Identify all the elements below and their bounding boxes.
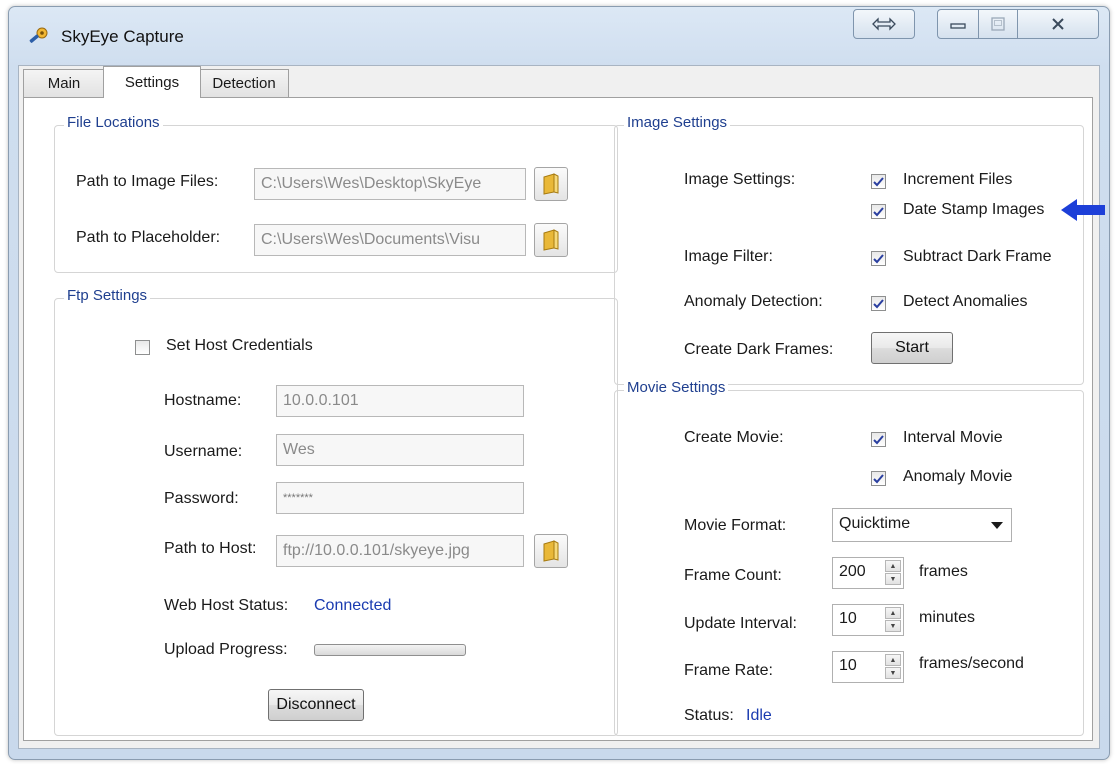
checkmark-icon <box>873 206 884 216</box>
date-stamp-images-checkbox[interactable] <box>871 204 886 219</box>
username-label: Username: <box>164 443 243 460</box>
file-locations-title: File Locations <box>64 114 163 131</box>
app-key-icon <box>27 26 49 48</box>
interval-movie-checkbox[interactable] <box>871 432 886 447</box>
movie-format-select[interactable]: Quicktime <box>832 508 1012 542</box>
spin-down-icon[interactable]: ▼ <box>885 667 901 679</box>
resize-button[interactable] <box>853 9 915 39</box>
increment-files-checkbox[interactable] <box>871 174 886 189</box>
blue-arrow-icon <box>1061 199 1107 226</box>
spin-down-icon[interactable]: ▼ <box>885 573 901 585</box>
image-files-path-input[interactable] <box>254 168 526 200</box>
frame-rate-label: Frame Rate: <box>684 662 773 679</box>
checkmark-icon <box>873 298 884 308</box>
maximize-button[interactable] <box>978 9 1018 39</box>
window-title: SkyEye Capture <box>61 27 184 46</box>
frame-count-value: 200 <box>839 563 866 580</box>
placeholder-path-input[interactable] <box>254 224 526 256</box>
update-interval-spin-buttons: ▲ ▼ <box>885 607 901 633</box>
minimize-button[interactable] <box>937 9 979 39</box>
movie-status-value: Idle <box>746 707 772 724</box>
subtract-dark-frame-checkbox[interactable] <box>871 251 886 266</box>
hostname-input[interactable] <box>276 385 524 417</box>
settings-tab-page: File Locations Path to Image Files: Path… <box>23 97 1105 741</box>
spin-down-icon[interactable]: ▼ <box>885 620 901 632</box>
frame-rate-unit: frames/second <box>919 655 1024 672</box>
ftp-settings-group <box>54 298 618 736</box>
update-interval-value: 10 <box>839 610 857 627</box>
tab-detection[interactable]: Detection <box>199 69 289 97</box>
disconnect-button[interactable]: Disconnect <box>268 689 364 721</box>
create-movie-label: Create Movie: <box>684 429 784 446</box>
close-icon <box>1052 18 1064 30</box>
frame-rate-value: 10 <box>839 657 857 674</box>
spin-up-icon[interactable]: ▲ <box>885 607 901 619</box>
movie-status-label: Status: <box>684 707 734 724</box>
update-interval-unit: minutes <box>919 609 976 626</box>
movie-format-label: Movie Format: <box>684 517 787 534</box>
dropdown-arrow-icon <box>991 522 1003 529</box>
frame-count-spin-buttons: ▲ ▼ <box>885 560 901 586</box>
app-window: SkyEye Capture Main Settings Detection F… <box>8 6 1110 760</box>
image-settings-row-label: Image Settings: <box>684 171 796 188</box>
placeholder-label: Path to Placeholder: <box>76 229 221 246</box>
frame-count-label: Frame Count: <box>684 567 782 584</box>
frame-rate-stepper[interactable]: 10 ▲ ▼ <box>832 651 904 683</box>
path-to-host-label: Path to Host: <box>164 540 257 557</box>
upload-progress-label: Upload Progress: <box>164 641 288 658</box>
password-input[interactable] <box>276 482 524 514</box>
update-interval-stepper[interactable]: 10 ▲ ▼ <box>832 604 904 636</box>
path-to-host-input[interactable] <box>276 535 524 567</box>
web-host-status-value: Connected <box>314 597 392 614</box>
ftp-settings-title: Ftp Settings <box>64 287 151 304</box>
image-files-label: Path to Image Files: <box>76 173 219 190</box>
date-stamp-images-label: Date Stamp Images <box>903 201 1045 218</box>
minimize-icon <box>950 23 966 29</box>
spin-up-icon[interactable]: ▲ <box>885 560 901 572</box>
movie-format-value: Quicktime <box>839 515 911 532</box>
hostname-label: Hostname: <box>164 392 242 409</box>
client-area: Main Settings Detection File Locations P… <box>18 65 1105 749</box>
upload-progress-bar <box>314 644 466 656</box>
checkmark-icon <box>873 253 884 263</box>
image-filter-label: Image Filter: <box>684 248 773 265</box>
movie-settings-title: Movie Settings <box>624 379 729 396</box>
web-host-status-label: Web Host Status: <box>164 597 289 614</box>
checkmark-icon <box>873 473 884 483</box>
anomaly-movie-checkbox[interactable] <box>871 471 886 486</box>
title-bar[interactable]: SkyEye Capture <box>9 7 1109 65</box>
update-interval-label: Update Interval: <box>684 615 797 632</box>
checkmark-icon <box>873 176 884 186</box>
frame-count-stepper[interactable]: 200 ▲ ▼ <box>832 557 904 589</box>
subtract-dark-frame-label: Subtract Dark Frame <box>903 248 1052 265</box>
resize-icon <box>872 17 896 31</box>
anomaly-detection-label: Anomaly Detection: <box>684 293 823 310</box>
spin-up-icon[interactable]: ▲ <box>885 654 901 666</box>
detect-anomalies-label: Detect Anomalies <box>903 293 1028 310</box>
checkmark-icon <box>873 434 884 444</box>
folder-icon <box>543 173 559 195</box>
password-label: Password: <box>164 490 239 507</box>
tab-main[interactable]: Main <box>23 69 105 97</box>
folder-icon <box>543 540 559 562</box>
placeholder-browse-button[interactable] <box>534 223 568 257</box>
folder-icon <box>543 229 559 251</box>
anomaly-movie-label: Anomaly Movie <box>903 468 1013 485</box>
detect-anomalies-checkbox[interactable] <box>871 296 886 311</box>
start-button[interactable]: Start <box>871 332 953 364</box>
tab-settings[interactable]: Settings <box>103 66 201 98</box>
create-dark-frames-label: Create Dark Frames: <box>684 341 834 358</box>
increment-files-label: Increment Files <box>903 171 1013 188</box>
frame-count-unit: frames <box>919 563 968 580</box>
maximize-icon <box>991 17 1005 31</box>
frame-rate-spin-buttons: ▲ ▼ <box>885 654 901 680</box>
set-host-credentials-label: Set Host Credentials <box>166 337 313 354</box>
image-files-browse-button[interactable] <box>534 167 568 201</box>
username-input[interactable] <box>276 434 524 466</box>
interval-movie-label: Interval Movie <box>903 429 1003 446</box>
image-settings-title: Image Settings <box>624 114 731 131</box>
close-button[interactable] <box>1017 9 1099 39</box>
path-to-host-browse-button[interactable] <box>534 534 568 568</box>
set-host-credentials-checkbox[interactable] <box>135 340 150 355</box>
